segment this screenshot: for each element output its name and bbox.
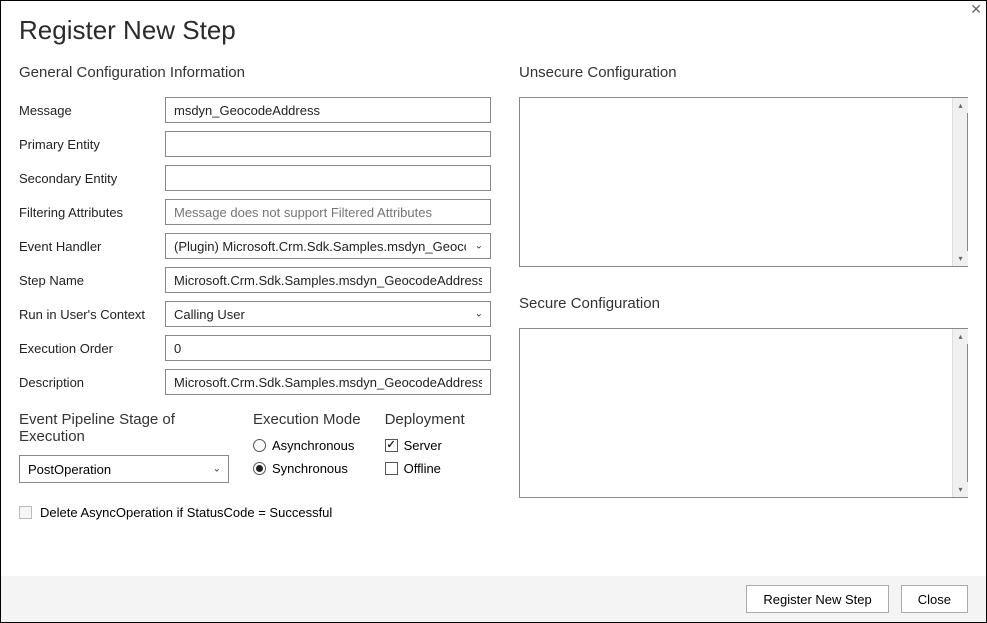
unsecure-section-header: Unsecure Configuration [519,64,968,81]
close-icon[interactable]: ✕ [970,1,982,18]
scroll-down-icon[interactable]: ▾ [953,251,968,266]
filtering-attributes-input [165,199,491,225]
label-message: Message [19,103,165,118]
deployment-header: Deployment [385,411,465,428]
label-primary-entity: Primary Entity [19,137,165,152]
event-handler-select[interactable]: (Plugin) Microsoft.Crm.Sdk.Samples.msdyn… [165,233,491,259]
checkbox-server-label: Server [404,438,442,453]
label-run-context: Run in User's Context [19,307,165,322]
secure-section-header: Secure Configuration [519,295,968,312]
step-name-input[interactable] [165,267,491,293]
label-description: Description [19,375,165,390]
register-new-step-button[interactable]: Register New Step [746,585,888,613]
scrollbar[interactable]: ▴ ▾ [952,98,967,266]
radio-synchronous[interactable]: Synchronous [253,461,361,476]
checkbox-offline-label: Offline [404,461,441,476]
checkbox-icon [385,439,398,452]
checkbox-offline[interactable]: Offline [385,461,465,476]
radio-async-label: Asynchronous [272,438,354,453]
execution-mode-header: Execution Mode [253,411,361,428]
primary-entity-input[interactable] [165,131,491,157]
scrollbar[interactable]: ▴ ▾ [952,329,967,497]
run-context-select[interactable]: Calling User [165,301,491,327]
label-filtering-attributes: Filtering Attributes [19,205,165,220]
scroll-up-icon[interactable]: ▴ [953,98,968,113]
scroll-down-icon[interactable]: ▾ [953,482,968,497]
radio-asynchronous[interactable]: Asynchronous [253,438,361,453]
secure-config-textarea[interactable] [520,329,952,497]
execution-order-input[interactable] [165,335,491,361]
unsecure-config-textarea[interactable] [520,98,952,266]
description-input[interactable] [165,369,491,395]
secondary-entity-input[interactable] [165,165,491,191]
radio-icon [253,462,266,475]
radio-sync-label: Synchronous [272,461,348,476]
dialog-title: Register New Step [1,1,986,64]
label-execution-order: Execution Order [19,341,165,356]
pipeline-stage-select[interactable]: PostOperation [19,455,229,483]
checkbox-icon [385,462,398,475]
pipeline-section-header: Event Pipeline Stage of Execution [19,411,229,445]
close-button[interactable]: Close [901,585,968,613]
checkbox-icon [19,506,32,519]
label-secondary-entity: Secondary Entity [19,171,165,186]
scroll-up-icon[interactable]: ▴ [953,329,968,344]
delete-async-label: Delete AsyncOperation if StatusCode = Su… [40,505,332,520]
checkbox-server[interactable]: Server [385,438,465,453]
label-event-handler: Event Handler [19,239,165,254]
checkbox-delete-async: Delete AsyncOperation if StatusCode = Su… [19,505,491,520]
general-section-header: General Configuration Information [19,64,491,81]
message-input[interactable] [165,97,491,123]
radio-icon [253,439,266,452]
label-step-name: Step Name [19,273,165,288]
